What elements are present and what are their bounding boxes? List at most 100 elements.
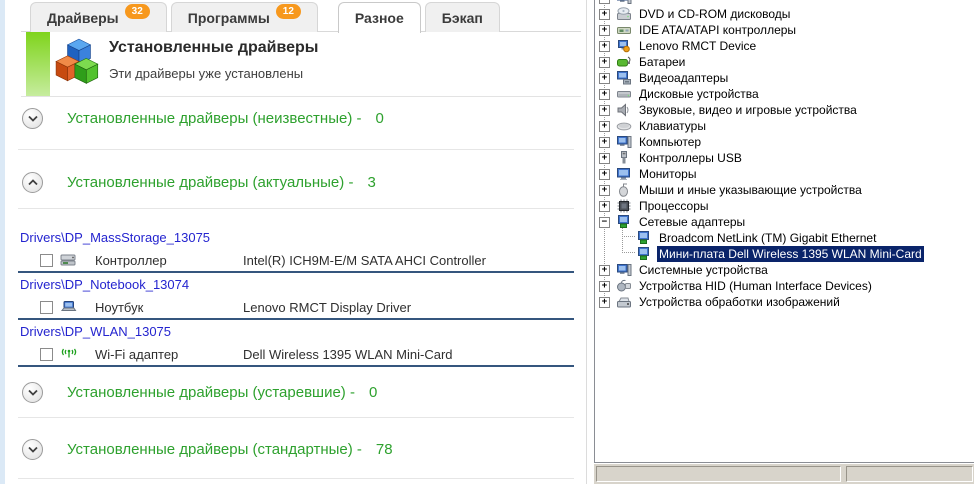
section-count: 78	[375, 440, 393, 458]
device-tree: − + DVD и CD-ROM дисководы + IDE ATA/ATAPI к…	[595, 0, 974, 310]
expand-toggle-icon[interactable]: +	[599, 56, 610, 68]
expand-toggle-icon[interactable]: +	[599, 152, 610, 164]
status-bar-cell	[596, 466, 841, 482]
tree-row: + DVD и CD-ROM дисководы	[595, 6, 974, 22]
tree-row: + Lenovo RMCT Device	[595, 38, 974, 54]
tree-row: − Сетевые адаптеры	[595, 214, 974, 230]
expand-toggle-icon[interactable]: +	[599, 280, 610, 292]
driver-group-path-link[interactable]: Drivers\DP_MassStorage_13075	[20, 226, 587, 249]
section-count: 3	[367, 173, 376, 191]
tab-misc[interactable]: Разное	[337, 2, 421, 33]
tab-label: Бэкап	[441, 9, 483, 26]
wifi-icon	[60, 346, 78, 362]
tree-item-label[interactable]: Мыши и иные указывающие устройства	[637, 182, 864, 198]
audio-device-icon	[616, 102, 632, 118]
tree-item-label[interactable]: DVD и CD-ROM дисководы	[637, 6, 792, 22]
tree-item-label[interactable]: Видеоадаптеры	[637, 70, 730, 86]
driver-row: Wi-Fi адаптер Dell Wireless 1395 WLAN Min…	[5, 343, 587, 365]
expand-toggle-icon[interactable]: +	[599, 168, 610, 180]
section-toggle-outdated[interactable]: Установленные драйверы (устаревшие) - 0	[22, 375, 377, 409]
lenovo-device-icon	[616, 38, 632, 54]
tree-row: + Клавиатуры	[595, 118, 974, 134]
expand-toggle-icon[interactable]: +	[599, 72, 610, 84]
tree-item-label[interactable]: Broadcom NetLink (TM) Gigabit Ethernet	[657, 230, 878, 246]
expand-toggle-icon[interactable]: +	[599, 264, 610, 276]
driver-tool-panel: Драйверы 32 Программы 12 Разное Бэкап Установ…	[5, 0, 587, 484]
tree-row: + Устройства обработки изображений	[595, 294, 974, 310]
expand-toggle-icon[interactable]: +	[599, 120, 610, 132]
tree-row: + Мыши и иные указывающие устройства	[595, 182, 974, 198]
tree-item-label[interactable]: Системные устройства	[637, 262, 770, 278]
expand-toggle-icon[interactable]: +	[599, 88, 610, 100]
collapse-toggle-icon[interactable]: −	[599, 216, 610, 228]
driver-group-divider	[18, 365, 574, 367]
collapse-toggle-icon[interactable]: −	[599, 0, 610, 4]
driver-device-type: Ноутбук	[95, 299, 144, 315]
tree-item-label[interactable]: Компьютер	[637, 134, 703, 150]
page-header-banner: Установленные драйверы Эти драйверы уже …	[21, 32, 581, 97]
tree-row: + Звуковые, видео и игровые устройства	[595, 102, 974, 118]
expand-toggle-icon[interactable]: +	[599, 8, 610, 20]
processor-icon	[616, 198, 632, 214]
ide-controller-icon	[616, 22, 632, 38]
network-adapter-icon	[616, 214, 632, 230]
tree-item-label[interactable]: Lenovo RMCT Device	[637, 38, 758, 54]
tree-item-label[interactable]: Мониторы	[637, 166, 698, 182]
tree-item-label[interactable]: Устройства HID (Human Interface Devices)	[637, 278, 874, 294]
tree-item-label[interactable]: Устройства обработки изображений	[637, 294, 842, 310]
tree-item-label[interactable]: Батареи	[637, 54, 687, 70]
section-toggle-standard[interactable]: Установленные драйверы (стандартные) - 7…	[22, 432, 393, 466]
expand-toggle-icon[interactable]: +	[599, 104, 610, 116]
expand-toggle-icon[interactable]: +	[599, 296, 610, 308]
notebook-icon	[60, 299, 78, 315]
section-toggle-unknown[interactable]: Установленные драйверы (неизвестные) - 0	[22, 101, 384, 135]
tree-item-label[interactable]: IDE ATA/ATAPI контроллеры	[637, 22, 798, 38]
section-label: Установленные драйверы (стандартные) -	[67, 440, 362, 458]
device-manager-tree-panel: − + DVD и CD-ROM дисководы + IDE ATA/ATAPI к…	[594, 0, 974, 463]
tab-label: Программы	[187, 9, 270, 26]
expand-toggle-icon[interactable]: +	[599, 200, 610, 212]
driver-group-path-link[interactable]: Drivers\DP_Notebook_13074	[20, 273, 587, 296]
tree-item-label[interactable]: Контроллеры USB	[637, 150, 744, 166]
tree-item-label[interactable]: Клавиатуры	[637, 118, 708, 134]
installed-drivers-list: Drivers\DP_MassStorage_13075 Контроллер In…	[5, 226, 587, 367]
video-adapter-icon	[616, 70, 632, 86]
driver-device-name: Intel(R) ICH9M-E/M SATA AHCI Controller	[243, 252, 486, 268]
section-divider	[18, 417, 574, 418]
keyboard-icon	[616, 118, 632, 134]
expand-toggle-icon[interactable]: +	[599, 184, 610, 196]
section-label: Установленные драйверы (актуальные) -	[67, 173, 354, 191]
expand-toggle-icon[interactable]: +	[599, 24, 610, 36]
cd-drive-icon	[616, 6, 632, 22]
system-device-icon	[616, 262, 632, 278]
tree-row: Мини-плата Dell Wireless 1395 WLAN Mini-…	[595, 246, 974, 262]
section-toggle-actual[interactable]: Установленные драйверы (актуальные) - 3	[22, 165, 376, 199]
computer-icon	[616, 134, 632, 150]
driver-checkbox[interactable]	[40, 347, 53, 361]
driver-checkbox[interactable]	[40, 300, 53, 314]
driver-checkbox[interactable]	[40, 253, 53, 267]
tab-count-badge: 32	[124, 4, 150, 19]
tab-programs[interactable]: Программы 12	[170, 2, 318, 32]
driver-group-path-link[interactable]: Drivers\DP_WLAN_13075	[20, 320, 587, 343]
tab-bar: Драйверы 32 Программы 12 Разное Бэкап	[30, 2, 500, 33]
chevron-down-icon	[22, 438, 43, 460]
tab-drivers[interactable]: Драйверы 32	[30, 2, 167, 32]
tree-item-label[interactable]: Мини-плата Dell Wireless 1395 WLAN Mini-…	[657, 246, 924, 262]
tree-item-label[interactable]: Процессоры	[637, 198, 711, 214]
tree-item-label[interactable]: Сетевые адаптеры	[637, 214, 747, 230]
chevron-down-icon	[22, 381, 43, 403]
tab-backup[interactable]: Бэкап	[424, 2, 500, 32]
tree-row: Broadcom NetLink (TM) Gigabit Ethernet	[595, 230, 974, 246]
tree-row: + Дисковые устройства	[595, 86, 974, 102]
expand-toggle-icon[interactable]: +	[599, 40, 610, 52]
expand-toggle-icon[interactable]: +	[599, 136, 610, 148]
tree-item-label[interactable]: Дисковые устройства	[637, 86, 761, 102]
usb-icon	[616, 150, 632, 166]
banner-green-bar	[26, 32, 50, 96]
section-divider	[18, 208, 574, 209]
tree-row: + Мониторы	[595, 166, 974, 182]
tree-item-label[interactable]: Звуковые, видео и игровые устройства	[637, 102, 859, 118]
tab-count-badge: 12	[275, 4, 301, 19]
cubes-icon	[54, 36, 104, 91]
